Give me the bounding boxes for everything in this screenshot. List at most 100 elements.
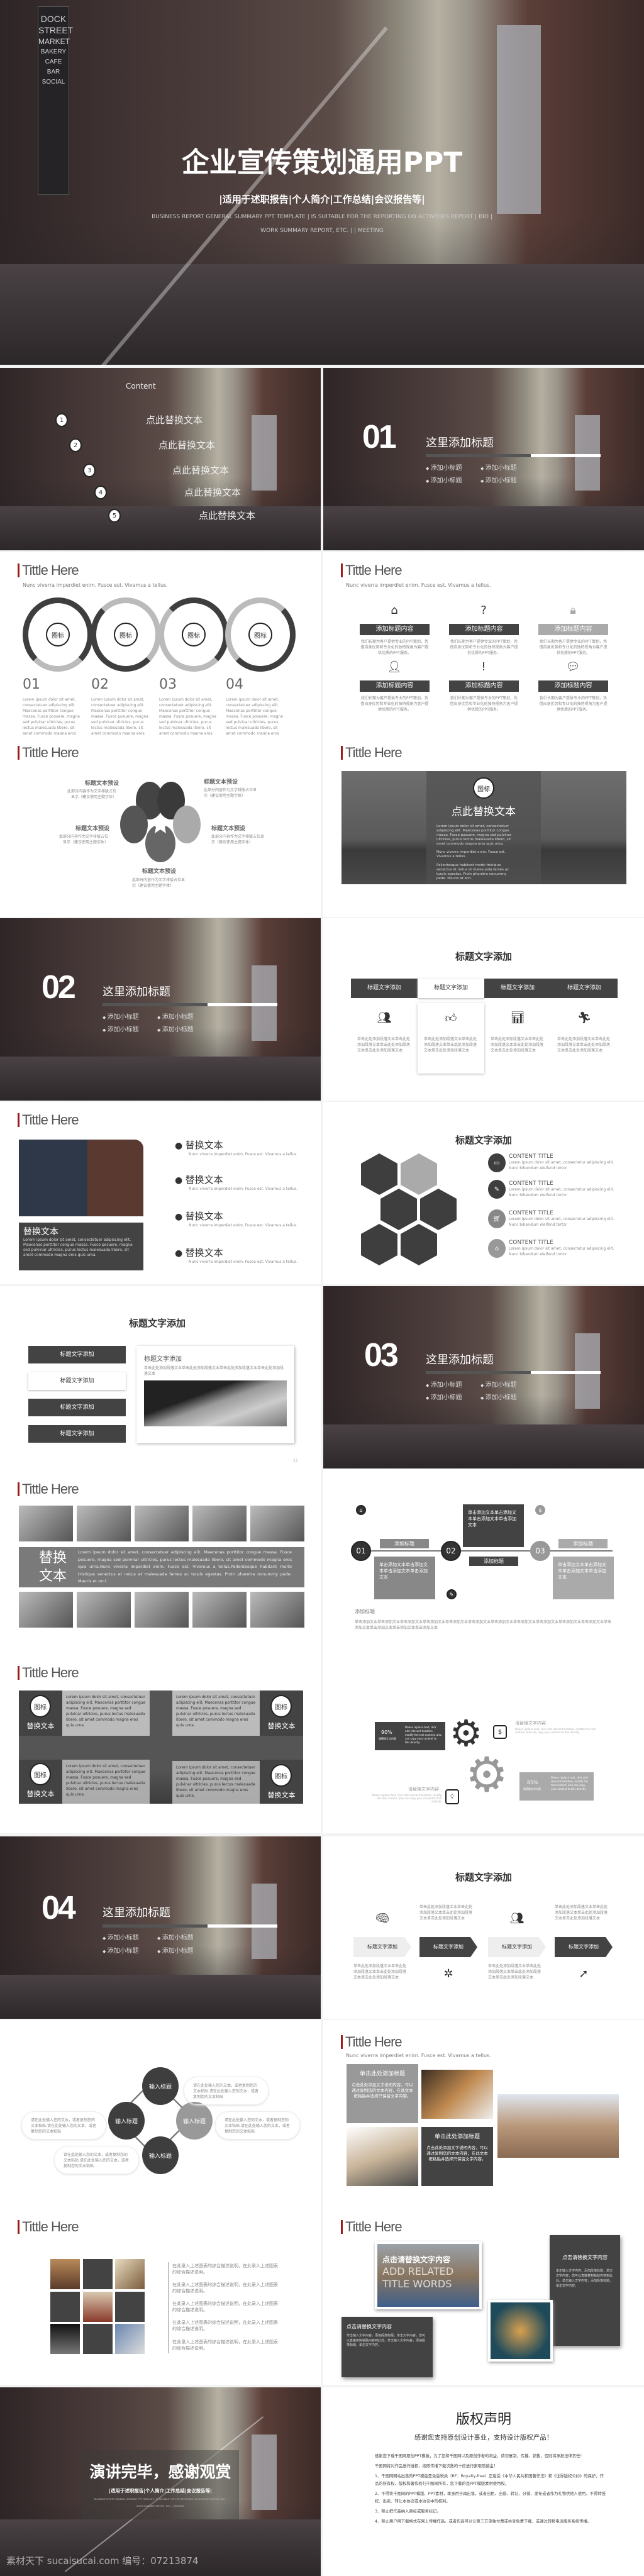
grid-description: 在此录入上述图表的综合描述说明，在此录入上述图表的综合描述说明。: [172, 2301, 278, 2312]
bubble-text: 请在此处输入您的文本，或者复制您的文本粘贴.请在此处输入您的文本，或者复制您的文…: [21, 2111, 106, 2140]
slide-chevrons: 标题文字添加 标题文字添加 标题文字添加 标题文字添加 标题文字添加 🧠︎ ✲ …: [323, 1836, 644, 2019]
menu-item[interactable]: 标题文字添加: [28, 1425, 126, 1443]
bubble-text: 请在此处输入您的文本，或者复制您的文本粘贴.请在此处输入您的文本，或者复制您的文…: [184, 2077, 269, 2105]
contents-item[interactable]: 点此替换文本: [146, 413, 203, 426]
bullet-item: ● 替换文本 Nunc viverra imperdiet enim. Fusce…: [175, 1211, 298, 1228]
monitor-icon: ▭: [488, 1153, 506, 1172]
card-text: 我们长期为客户提供专业的PPT策划，凭借自身优势和专业化的独特视角为客户提供优质…: [450, 640, 518, 655]
section-subtitle: 添加小标题: [426, 1392, 462, 1401]
content-item: CONTENT TITLE Lorem ipsum dolor sit amet,…: [509, 1210, 614, 1227]
slide-heading: 标题文字添加: [455, 1135, 512, 1146]
question-icon: ?: [480, 604, 487, 617]
slide-heading: 标题文字添加: [455, 951, 512, 962]
photo: [135, 1506, 189, 1541]
section-title: 这里添加标题: [103, 1906, 170, 1919]
section-subtitle: 添加小标题: [480, 462, 517, 472]
quad-text: Lorem ipsum dolor sit amet, consectetuer…: [62, 1760, 150, 1804]
menu-item[interactable]: 标题文字添加: [28, 1346, 126, 1363]
contents-item[interactable]: 点此替换文本: [172, 464, 229, 477]
process-step: 标题文字添加: [488, 1937, 546, 1957]
car-night-photo: [50, 2324, 80, 2354]
step-number: 02: [91, 677, 109, 692]
photo: [77, 1506, 131, 1541]
slide-heading: 标题文字添加: [128, 1318, 186, 1329]
gear-box: 85% 请替换文字内容 Please replace text, click add…: [519, 1772, 594, 1801]
gear-box: 90% 请替换文字内容 Please replace text, click add…: [375, 1722, 445, 1750]
petal-diagram: [120, 782, 201, 862]
slide-title: Tittle Here: [341, 564, 402, 577]
copyright-title: 版权声明: [455, 2412, 511, 2428]
band-title: 替换文本: [39, 1550, 67, 1584]
slide-title: Tittle Here: [18, 1113, 79, 1127]
slide-copyright: 版权声明 感谢您支持原创设计事业，支持设计版权产品！ 感谢您下载千图网原创PPT…: [323, 2387, 644, 2576]
photo: [192, 1506, 247, 1541]
lock-icon: 🔒︎: [570, 604, 576, 617]
car-photo: [83, 2292, 113, 2322]
quad-label: 替换文本: [267, 1722, 296, 1730]
copyright-body: 感谢您下载千图网原创PPT模板，为了您和千图网以及原创作者的利益，请勿复制、传播…: [375, 2454, 606, 2524]
quad-label: 替换文本: [267, 1791, 296, 1799]
profile-text: Lorem ipsum dolor sit amet, consectetuer…: [23, 1238, 133, 1257]
tab[interactable]: 标题文字添加: [484, 979, 551, 998]
tab[interactable]: 标题文字添加: [351, 979, 418, 998]
grid-description: 在此录入上述图表的综合描述说明，在此录入上述图表的综合描述说明。: [172, 2263, 278, 2275]
menu-item[interactable]: 标题文字添加: [28, 1399, 126, 1416]
section-slide-02: 02 这里添加标题 添加小标题 添加小标题 添加小标题 添加小标题: [0, 918, 321, 1101]
money-bag-icon: $: [493, 1725, 507, 1739]
bubble-text: 请在此处输入您的文本，或者复制您的文本粘贴.请在此处输入您的文本，或者复制您的文…: [215, 2111, 300, 2140]
profile-box: 替换文本 Lorem ipsum dolor sit amet, consect…: [19, 1223, 143, 1270]
slide-title: Tittle Here: [341, 2035, 402, 2049]
slide-petals: Tittle Here 标题文本预设 此部分内容作为文字排版占位显示（建议使用主…: [0, 735, 321, 917]
section-number: 03: [364, 1337, 399, 1374]
slide-tabs: 标题文字添加 标题文字添加 标题文字添加 标题文字添加 标题文字添加 👥︎ 👍︎…: [323, 918, 644, 1101]
thumbs-up-icon: 👍︎: [445, 1012, 457, 1025]
step-text: 单击此处添加段落文本单击此处添加段落文本单击此处添加段落文本单击此处添加段落文本: [353, 1964, 407, 1980]
tab-text: 单击此处添加段落文本单击此处添加段落文本单击此处添加段落文本单击此处添加段落文本: [491, 1037, 544, 1053]
photo: [192, 1592, 247, 1628]
petal-text: 此部分内容作为文字排版占位显示（建议使用主题字体）: [58, 835, 108, 845]
contents-item[interactable]: 点此替换文本: [184, 486, 241, 499]
tab[interactable]: 标题文字添加: [418, 979, 484, 998]
bubble-text: 请在此处输入您的文本，或者复制您的文本粘贴.请在此处输入您的文本，或者复制您的文…: [54, 2146, 139, 2174]
timeline-text: 单击添加文本单击添加文本单击添加文本单击添加文本: [374, 1557, 435, 1599]
running-man-icon: 🏃︎: [577, 1011, 592, 1024]
section-title: 这里添加标题: [426, 436, 494, 450]
slide-title: Tittle Here: [18, 1482, 79, 1496]
step-number: 03: [159, 677, 177, 692]
petal-title: 标题文本预设: [211, 826, 246, 832]
gear-icon: ⚙: [465, 1746, 509, 1802]
section-subtitle: 添加小标题: [157, 1932, 194, 1941]
cover-english-1: BUSINESS REPORT GENERAL SUMMARY PPT TEMP…: [152, 214, 492, 220]
petal-text: 此部分内容作为文字排版占位显示（建议使用主题字体）: [67, 789, 116, 799]
tab[interactable]: 标题文字添加: [551, 979, 618, 998]
ending-subtitle: |适用于述职报告|个人简介|工作总结|会议报告等|: [109, 2488, 212, 2494]
pencil-icon: ✎: [447, 1589, 457, 1599]
timeline-text: 单击添加文本单击添加文本单击添加文本单击添加文本: [553, 1557, 614, 1599]
timeline-label: 添加标题: [469, 1557, 518, 1566]
grid-description: 在此录入上述图表的综合描述说明，在此录入上述图表的综合描述说明。: [172, 2282, 278, 2294]
menu-item[interactable]: 标题文字添加: [28, 1372, 126, 1390]
item-number: 5: [108, 509, 121, 523]
gear-caption: 请替换文字内容: [515, 1721, 546, 1726]
card-label: 添加标题内容: [360, 680, 430, 692]
step-number: 01: [23, 677, 40, 692]
gallery-box: 单击此处添加标题 点击此处添加文字说明内容，可以通过复制您的文本内容，在此文本框粘…: [421, 2127, 493, 2186]
section-subtitle: 添加小标题: [480, 475, 517, 484]
icon-placeholder: 图标: [30, 1695, 51, 1718]
step-text: Lorem ipsum dolor sit amet, consectetuer…: [226, 697, 283, 735]
photo: [250, 1592, 304, 1628]
section-subtitle: 添加小标题: [103, 1932, 139, 1941]
photo: [77, 1592, 131, 1628]
section-slide-04: 04 这里添加标题 添加小标题 添加小标题 添加小标题 添加小标题: [0, 1836, 321, 2019]
ending-title: 演讲完毕，感谢观赏: [89, 2463, 231, 2481]
gear-caption-text: Please replace text, click add relevant …: [372, 1794, 441, 1803]
gallery-box: 单击此处添加标题 点击此处添加文字说明内容，可以通过复制您的文本内容，在此文本框粘…: [347, 2064, 418, 2123]
item-number: 2: [69, 438, 82, 452]
petal-title: 标题文本预设: [85, 780, 119, 787]
flask-hexagon: [401, 1153, 437, 1195]
step-text: 单击此处添加段落文本单击此处添加段落文本单击此处添加段落文本单击此处添加段落文本: [555, 1905, 608, 1921]
content-item: CONTENT TITLE Lorem ipsum dolor sit amet,…: [509, 1240, 614, 1257]
contents-item[interactable]: 点此替换文本: [199, 509, 255, 522]
desk-photo: [144, 1380, 287, 1426]
contents-item[interactable]: 点此替换文本: [158, 438, 215, 452]
